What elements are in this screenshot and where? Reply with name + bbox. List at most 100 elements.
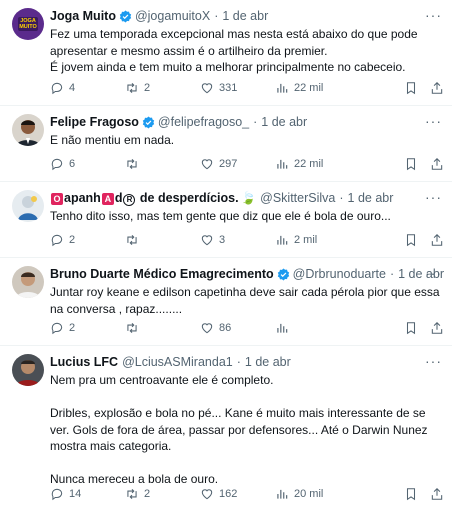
more-options-icon[interactable]: ··· [425, 113, 442, 129]
like-count: 162 [219, 488, 238, 500]
heart-icon [201, 159, 213, 170]
timestamp[interactable]: 1 de abr [245, 355, 291, 369]
avatar[interactable] [12, 354, 44, 386]
handle[interactable]: @jogamuitoX [135, 9, 210, 23]
like-button[interactable]: 297 [200, 157, 275, 171]
more-options-icon[interactable]: ··· [425, 189, 442, 205]
views-chart-icon [277, 159, 288, 169]
name-part: de desperdícios. [136, 190, 239, 205]
action-bar: 4 2 331 22 mil [50, 80, 444, 96]
avatar[interactable] [12, 190, 44, 222]
reply-count: 6 [69, 158, 76, 170]
like-button[interactable]: 331 [200, 81, 275, 95]
tweet[interactable]: Bruno Duarte Médico Emagrecimento @Drbru… [0, 258, 452, 346]
display-name[interactable]: Lucius LFC [50, 355, 118, 369]
tweet[interactable]: Oapanh Ad R de desperdícios. 🍃 @SkitterSilv… [0, 182, 452, 258]
reply-count: 2 [69, 234, 76, 246]
avatar[interactable] [12, 266, 44, 298]
retweet-button[interactable]: 2 [125, 81, 200, 95]
views-button[interactable]: 20 mil [275, 487, 350, 501]
display-name[interactable]: Bruno Duarte Médico Emagrecimento [50, 267, 274, 281]
tweet-text: Tenho dito isso, mas tem gente que diz q… [50, 209, 391, 223]
reply-icon [51, 234, 63, 247]
reply-button[interactable]: 14 [50, 487, 125, 501]
display-name[interactable]: Oapanh Ad R de desperdícios. 🍃 [50, 191, 256, 206]
separator-dot: · [236, 355, 241, 369]
bookmark-share-group [392, 81, 444, 95]
reply-button[interactable]: 4 [50, 81, 125, 95]
more-options-icon[interactable]: ··· [425, 7, 442, 23]
retweet-icon [127, 158, 137, 170]
more-options-icon[interactable]: ··· [425, 265, 442, 281]
like-button[interactable]: 86 [200, 321, 275, 335]
display-name[interactable]: Joga Muito [50, 9, 116, 23]
heart-icon [201, 323, 213, 334]
action-bar: 14 2 162 20 mil [50, 486, 444, 502]
share-icon[interactable] [430, 233, 444, 247]
retweet-icon [127, 322, 137, 334]
verified-badge-icon [277, 268, 289, 280]
reply-button[interactable]: 6 [50, 157, 125, 171]
retweet-button[interactable] [125, 157, 200, 171]
views-button[interactable]: 22 mil [275, 157, 350, 171]
bookmark-icon[interactable] [404, 157, 418, 171]
action-bar: 2 86 [50, 320, 444, 336]
separator-dot: · [339, 191, 344, 205]
share-icon[interactable] [430, 157, 444, 171]
bookmark-icon[interactable] [404, 487, 418, 501]
heart-icon [201, 235, 213, 246]
separator-dot: · [253, 115, 258, 129]
heart-icon [201, 83, 213, 94]
bookmark-share-group [392, 157, 444, 171]
bookmark-icon[interactable] [404, 81, 418, 95]
separator-dot: · [389, 267, 395, 281]
heart-icon [201, 489, 213, 500]
views-chart-icon [277, 83, 288, 93]
retweet-button[interactable] [125, 321, 200, 335]
tweet[interactable]: Felipe Fragoso @felipefragoso_ · 1 de ab… [0, 106, 452, 182]
bookmark-icon[interactable] [404, 321, 418, 335]
bookmark-icon[interactable] [404, 233, 418, 247]
share-icon[interactable] [430, 81, 444, 95]
share-icon[interactable] [430, 321, 444, 335]
like-button[interactable]: 162 [200, 487, 275, 501]
reply-count: 2 [69, 322, 76, 334]
name-emoji-r: R [123, 193, 136, 206]
tweet-text: Nem pra um centroavante ele é completo. … [50, 373, 428, 486]
views-button[interactable]: 2 mil [275, 233, 350, 247]
retweet-button[interactable] [125, 233, 200, 247]
tweet-text: E não mentiu em nada. [50, 133, 175, 147]
avatar[interactable] [12, 114, 44, 146]
name-part: d [114, 190, 123, 205]
handle[interactable]: @felipefragoso_ [158, 115, 249, 129]
handle[interactable]: @Drbrunoduarte [293, 267, 386, 281]
bookmark-share-group [392, 487, 444, 501]
reply-count: 14 [69, 488, 82, 500]
timestamp[interactable]: 1 de abr [261, 115, 307, 129]
reply-icon [51, 322, 63, 335]
views-count: 22 mil [294, 82, 324, 94]
more-options-icon[interactable]: ··· [425, 353, 442, 369]
views-button[interactable] [275, 321, 350, 335]
views-button[interactable]: 22 mil [275, 81, 350, 95]
avatar[interactable]: JOGA MUITO [12, 8, 44, 40]
tweet[interactable]: JOGA MUITO Joga Muito @jogamuitoX · 1 de… [0, 0, 452, 106]
views-chart-icon [277, 235, 288, 245]
retweet-icon [127, 234, 137, 246]
display-name[interactable]: Felipe Fragoso [50, 115, 139, 129]
share-icon[interactable] [430, 487, 444, 501]
retweet-button[interactable]: 2 [125, 487, 200, 501]
like-button[interactable]: 3 [200, 233, 275, 247]
reply-icon [51, 158, 63, 171]
handle[interactable]: @SkitterSilva [260, 191, 335, 205]
handle[interactable]: @LciusASMiranda1 [122, 355, 233, 369]
name-emoji-o: O [51, 192, 63, 205]
reply-button[interactable]: 2 [50, 321, 125, 335]
tweet[interactable]: Lucius LFC @LciusASMiranda1 · 1 de abr N… [0, 346, 452, 508]
reply-icon [51, 488, 63, 501]
name-part: apanh [64, 190, 101, 205]
timestamp[interactable]: 1 de abr [222, 9, 268, 23]
reply-button[interactable]: 2 [50, 233, 125, 247]
tweet-thread: JOGA MUITO Joga Muito @jogamuitoX · 1 de… [0, 0, 452, 508]
timestamp[interactable]: 1 de abr [348, 191, 394, 205]
